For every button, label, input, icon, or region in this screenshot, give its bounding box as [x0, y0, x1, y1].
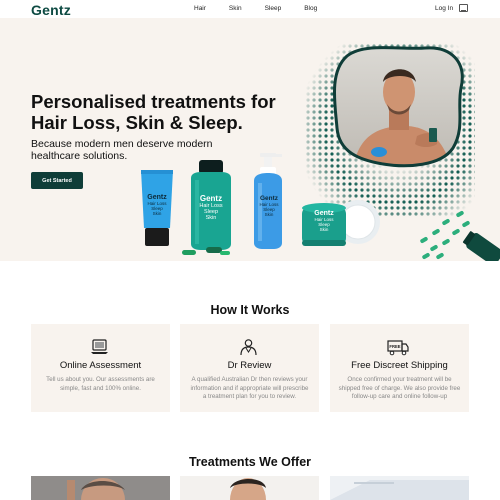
nav-links: Hair Skin Sleep Blog [194, 5, 340, 12]
product-tub: Gentz Hair Loss Sleep Skin [300, 200, 380, 250]
product-jar: Gentz Hair Loss Sleep Skin [187, 160, 235, 250]
hero-title-line2: Hair Loss, Skin & Sleep. [31, 112, 243, 133]
card-title: Free Discreet Shipping [351, 360, 448, 371]
treatment-photo-hair [31, 476, 170, 500]
how-it-works-title: How It Works [210, 303, 290, 317]
card-title: Dr Review [227, 360, 272, 371]
card-title: Online Assessment [59, 360, 142, 371]
hero-title-line1: Personalised treatments for [31, 91, 276, 112]
nav-link-hair[interactable]: Hair [194, 5, 206, 12]
login-link[interactable]: Log In [435, 5, 453, 12]
product-line: Skin [152, 211, 162, 216]
get-started-button[interactable]: Get Started [31, 172, 83, 189]
treatment-card-hair[interactable] [31, 476, 170, 500]
treatment-photo-sleep [330, 476, 469, 500]
card-text: A qualified Australian Dr then reviews y… [190, 376, 309, 400]
product-line: Skin [205, 215, 217, 221]
hero-subtitle: Because modern men deserve modern health… [31, 138, 231, 162]
card-online-assessment: Online Assessment Tell us about you. Our… [31, 324, 170, 412]
treatment-card-sleep[interactable] [330, 476, 469, 500]
nav-link-skin[interactable]: Skin [229, 5, 242, 12]
card-free-shipping: FREE Free Discreet Shipping Once confirm… [330, 324, 469, 412]
card-text: Tell us about you. Our assessments are s… [46, 376, 155, 392]
card-dr-review: Dr Review A qualified Australian Dr then… [180, 324, 319, 412]
product-tube: Gentz Hair Loss Sleep Skin [139, 168, 175, 248]
product-brand: Gentz [147, 194, 167, 201]
top-nav: Gentz Hair Skin Sleep Blog Log In [0, 0, 500, 18]
laptop-icon [91, 339, 108, 354]
product-line: Skin [264, 212, 274, 217]
cart-icon[interactable] [459, 4, 468, 12]
free-truck-icon: FREE [387, 340, 409, 356]
capsules-decoration [182, 247, 230, 255]
product-brand: Gentz [314, 210, 334, 217]
hero-subtitle-line1: Because modern men deserve modern [31, 138, 213, 150]
doctor-icon [240, 339, 257, 356]
pills-bottle-decoration [420, 211, 500, 261]
hero-section: Personalised treatments for Hair Loss, S… [0, 18, 500, 261]
product-pump-bottle: Gentz Hair Loss Sleep Skin [250, 153, 288, 249]
product-line: Skin [319, 227, 329, 232]
hero-title: Personalised treatments for Hair Loss, S… [31, 91, 301, 133]
product-brand: Gentz [259, 195, 279, 202]
nav-link-sleep[interactable]: Sleep [265, 5, 282, 12]
nav-link-blog[interactable]: Blog [304, 5, 317, 12]
treatment-photo-skin [180, 476, 319, 500]
treatment-card-skin[interactable] [180, 476, 319, 500]
card-text: Once confirmed your treatment will be sh… [338, 376, 461, 400]
brand-logo[interactable]: Gentz [31, 2, 71, 18]
treatments-title: Treatments We Offer [188, 455, 312, 469]
free-badge: FREE [389, 344, 400, 349]
product-brand: Gentz [199, 194, 223, 203]
hero-man-photo [333, 46, 464, 168]
